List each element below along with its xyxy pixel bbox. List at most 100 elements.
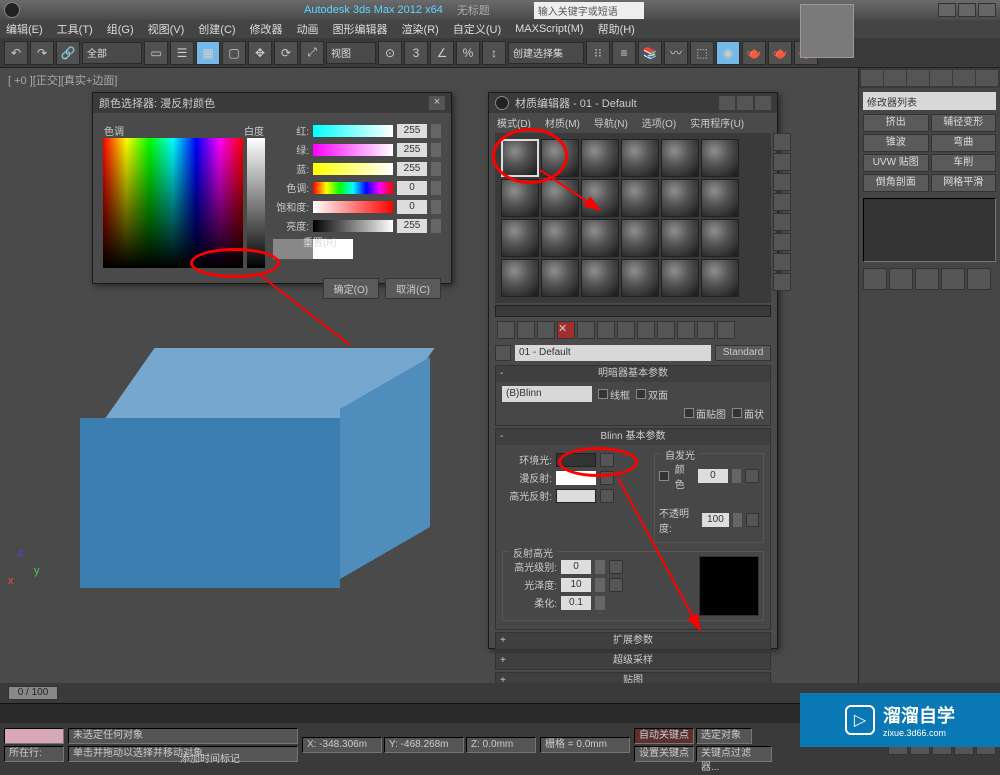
layers-button[interactable]: 📚 xyxy=(638,41,662,65)
ambient-map-button[interactable] xyxy=(600,453,614,467)
me-minimize-button[interactable] xyxy=(719,96,735,110)
material-slot[interactable] xyxy=(501,179,539,217)
blue-slider[interactable] xyxy=(313,163,393,175)
selfillum-color-checkbox[interactable] xyxy=(659,471,669,481)
speclevel-map-button[interactable] xyxy=(609,560,623,574)
material-slot[interactable] xyxy=(581,139,619,177)
mod-taper[interactable]: 锥波 xyxy=(863,134,929,152)
material-slot-2[interactable] xyxy=(541,139,579,177)
val-input[interactable]: 255 xyxy=(397,219,427,233)
speclevel-spinner[interactable] xyxy=(595,560,605,574)
me-menu-utils[interactable]: 实用程序(U) xyxy=(690,115,744,130)
red-spinner[interactable] xyxy=(431,124,441,138)
redo-button[interactable]: ↷ xyxy=(30,41,54,65)
material-slot[interactable] xyxy=(701,259,739,297)
menu-view[interactable]: 视图(V) xyxy=(148,21,185,37)
supersample-rollout-header[interactable]: 超级采样 xyxy=(496,653,770,669)
select-button[interactable]: ▭ xyxy=(144,41,168,65)
opacity-map-button[interactable] xyxy=(746,513,759,527)
sample-uv-button[interactable] xyxy=(773,193,791,211)
menu-grapheditors[interactable]: 图形编辑器 xyxy=(333,21,388,37)
display-tab[interactable] xyxy=(953,70,975,86)
soften-input[interactable]: 0.1 xyxy=(561,596,591,610)
hierarchy-tab[interactable] xyxy=(907,70,929,86)
selfillum-map-button[interactable] xyxy=(745,469,759,483)
options-button[interactable] xyxy=(773,253,791,271)
menu-create[interactable]: 创建(C) xyxy=(198,21,235,37)
reset-button[interactable]: 重置(R) xyxy=(303,234,337,249)
render-frame-button[interactable]: 🫖 xyxy=(768,41,792,65)
wire-checkbox[interactable] xyxy=(598,389,608,399)
material-id-button[interactable] xyxy=(637,321,655,339)
selection-filter-dropdown[interactable]: 全部 xyxy=(82,42,142,64)
schematic-button[interactable]: ⬚ xyxy=(690,41,714,65)
modifier-list-dropdown[interactable]: 修改器列表 xyxy=(863,92,996,110)
shader-rollout-header[interactable]: 明暗器基本参数 xyxy=(496,366,770,382)
window-crossing-button[interactable]: ▢ xyxy=(222,41,246,65)
gloss-map-button[interactable] xyxy=(609,578,623,592)
go-parent-button[interactable] xyxy=(697,321,715,339)
pivot-button[interactable]: ⊙ xyxy=(378,41,402,65)
material-slot[interactable] xyxy=(661,219,699,257)
align-button[interactable]: ≡ xyxy=(612,41,636,65)
backlight-button[interactable] xyxy=(773,153,791,171)
setkey-button[interactable]: 设置关键点 xyxy=(634,746,694,762)
minimize-button[interactable] xyxy=(938,3,956,17)
modify-tab[interactable] xyxy=(884,70,906,86)
menu-rendering[interactable]: 渲染(R) xyxy=(402,21,439,37)
scale-button[interactable]: ⤢ xyxy=(300,41,324,65)
specular-map-button[interactable] xyxy=(600,489,614,503)
z-coord[interactable]: Z: 0.0mm xyxy=(466,737,536,753)
selfillum-input[interactable]: 0 xyxy=(698,469,727,483)
material-editor-button[interactable]: ◉ xyxy=(716,41,740,65)
cancel-button[interactable]: 取消(C) xyxy=(385,278,441,299)
material-slot[interactable] xyxy=(541,259,579,297)
create-tab[interactable] xyxy=(861,70,883,86)
y-coord[interactable]: Y: -468.268m xyxy=(384,737,464,753)
menu-edit[interactable]: 编辑(E) xyxy=(6,21,43,37)
opacity-spinner[interactable] xyxy=(733,513,742,527)
reset-map-button[interactable]: ✕ xyxy=(557,321,575,339)
autokey-button[interactable]: 自动关键点 xyxy=(634,728,694,744)
make-copy-button[interactable] xyxy=(577,321,595,339)
get-material-button[interactable] xyxy=(497,321,515,339)
keyfilter-button[interactable]: 关键点过滤器... xyxy=(696,746,772,762)
snap-button[interactable]: 3 xyxy=(404,41,428,65)
remove-modifier-button[interactable] xyxy=(941,268,965,290)
diffuse-swatch[interactable] xyxy=(556,471,596,485)
move-button[interactable]: ✥ xyxy=(248,41,272,65)
make-unique-button[interactable] xyxy=(915,268,939,290)
blue-input[interactable]: 255 xyxy=(397,162,427,176)
me-close-button[interactable] xyxy=(755,96,771,110)
speclevel-input[interactable]: 0 xyxy=(561,560,591,574)
preview-button[interactable] xyxy=(773,233,791,251)
rotate-button[interactable]: ⟳ xyxy=(274,41,298,65)
extended-rollout-header[interactable]: 扩展参数 xyxy=(496,633,770,649)
material-slot[interactable] xyxy=(581,259,619,297)
material-slot[interactable] xyxy=(501,259,539,297)
material-slot[interactable] xyxy=(701,179,739,217)
red-input[interactable]: 255 xyxy=(397,124,427,138)
faceted-checkbox[interactable] xyxy=(732,408,742,418)
gloss-input[interactable]: 10 xyxy=(561,578,591,592)
gloss-spinner[interactable] xyxy=(595,578,605,592)
pin-stack-button[interactable] xyxy=(863,268,887,290)
material-slot[interactable] xyxy=(661,139,699,177)
menu-modifiers[interactable]: 修改器 xyxy=(250,21,283,37)
show-end-button[interactable] xyxy=(677,321,695,339)
put-to-scene-button[interactable] xyxy=(517,321,535,339)
facemap-checkbox[interactable] xyxy=(684,408,694,418)
material-slot[interactable] xyxy=(621,139,659,177)
named-selection-dropdown[interactable]: 创建选择集 xyxy=(508,42,584,64)
render-setup-button[interactable]: 🫖 xyxy=(742,41,766,65)
mod-bevelprofile[interactable]: 倒角剖面 xyxy=(863,174,929,192)
green-slider[interactable] xyxy=(313,144,393,156)
me-menu-nav[interactable]: 导航(N) xyxy=(594,115,628,130)
mod-extrude[interactable]: 挤出 xyxy=(863,114,929,132)
material-slot[interactable] xyxy=(701,139,739,177)
put-to-library-button[interactable] xyxy=(617,321,635,339)
ambient-swatch[interactable] xyxy=(556,453,596,467)
material-slot[interactable] xyxy=(501,219,539,257)
material-slot-1[interactable] xyxy=(501,139,539,177)
sat-spinner[interactable] xyxy=(431,200,441,214)
